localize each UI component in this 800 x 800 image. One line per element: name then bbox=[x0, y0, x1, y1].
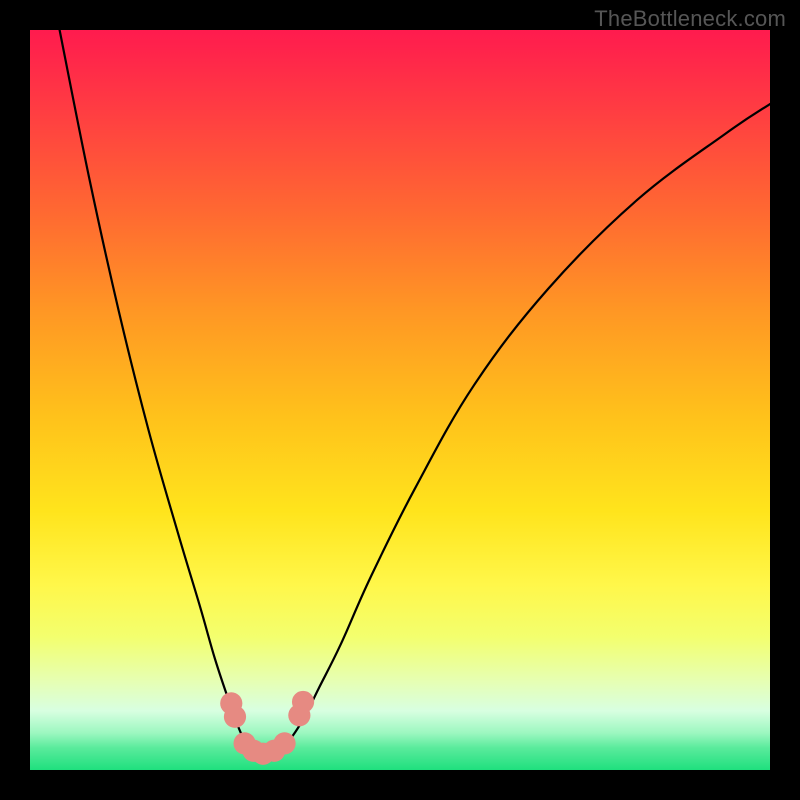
watermark-text: TheBottleneck.com bbox=[594, 6, 786, 32]
curve-markers bbox=[220, 691, 314, 765]
chart-frame: TheBottleneck.com bbox=[0, 0, 800, 800]
curve-marker bbox=[224, 706, 246, 728]
curve-layer bbox=[30, 30, 770, 770]
bottleneck-curve bbox=[60, 30, 770, 755]
plot-area bbox=[30, 30, 770, 770]
curve-marker bbox=[292, 691, 314, 713]
curve-marker bbox=[273, 732, 295, 754]
